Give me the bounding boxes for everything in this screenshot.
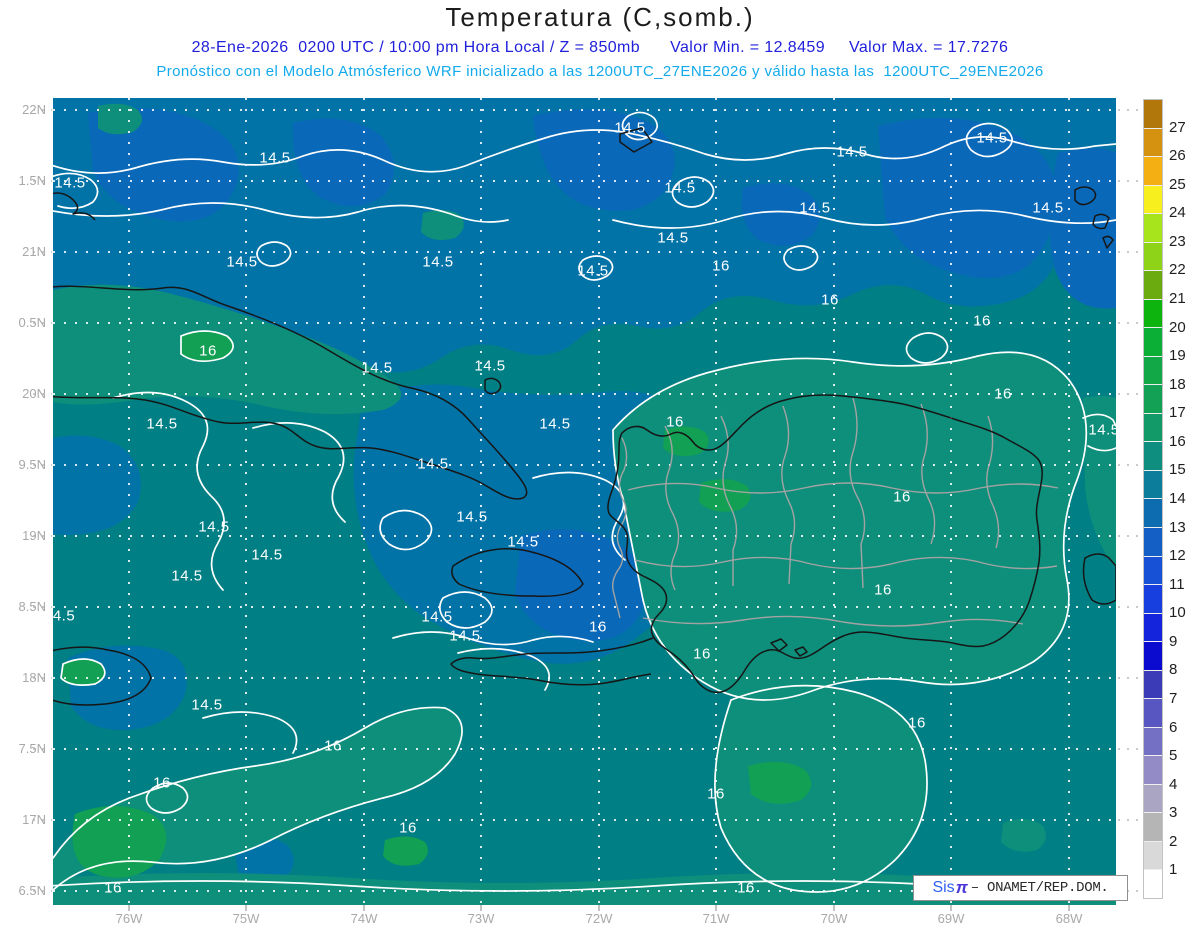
colorbar-tick-label: 1 [1169,861,1178,879]
colorbar-tick-label: 18 [1169,375,1186,393]
lat-tick-label: 20N [22,386,46,401]
forecast-map [33,98,1140,911]
colorbar-segment [1144,841,1162,871]
colorbar-tick-label: 7 [1169,690,1178,707]
lat-tick-label: 8.5N [18,599,46,614]
colorbar-segment [1144,157,1162,186]
attribution-box: Sis π – ONAMET/REP.DOM. [913,875,1128,901]
colorbar-segment [1144,299,1162,329]
colorbar-tick-label: 17 [1169,404,1186,422]
lon-tick-label: 72W [585,911,613,926]
lon-tick-label: 70W [820,911,848,926]
lat-tick-label: 9.5N [18,457,46,472]
colorbar-segment [1144,727,1162,757]
lon-tick-label: 71W [702,911,730,926]
colorbar-tick-label: 20 [1169,318,1186,336]
weather-map-page: Temperatura (C,somb.) 28-Ene-2026 0200 U… [0,0,1200,927]
lat-tick-label: 7.5N [18,741,46,756]
colorbar-tick-label: 22 [1169,261,1186,279]
sispi-logo-sis: Sis [932,879,955,896]
colorbar-segment [1144,242,1162,272]
colorbar-tick-label: 12 [1169,547,1186,565]
colorbar-segment [1144,699,1162,728]
colorbar-segment [1144,185,1162,215]
lon-tick-label: 76W [115,911,143,926]
colorbar-tick-label: 21 [1169,290,1186,307]
colorbar-tick-label: 3 [1169,804,1178,822]
colorbar-segment [1144,214,1162,243]
colorbar-tick-label: 10 [1169,604,1186,622]
colorbar-segment [1144,442,1162,471]
colorbar-tick-label: 8 [1169,661,1178,679]
colorbar-tick-label: 6 [1169,718,1178,736]
colorbar-segment [1144,613,1162,643]
lat-tick-label: 22N [22,102,46,117]
colorbar-segment [1144,356,1162,386]
colorbar-tick-label: 9 [1169,632,1178,650]
colorbar-segment [1144,784,1162,814]
colorbar-segment [1144,328,1162,357]
colorbar-segment [1144,813,1162,842]
lat-tick-label: 0.5N [18,315,46,330]
sispi-logo-pi: π [955,878,968,897]
colorbar-tick-label: 11 [1169,575,1185,593]
colorbar-segment [1144,585,1162,614]
colorbar-segment [1144,413,1162,443]
lat-tick-label: 6.5N [18,883,46,898]
colorbar-tick-label: 16 [1169,432,1186,450]
colorbar-segment [1144,670,1162,700]
colorbar-tick-label: 14 [1169,490,1186,507]
temperature-colorbar [1143,99,1163,899]
colorbar-segment [1144,527,1162,557]
lat-tick-label: 21N [22,244,46,259]
colorbar-tick-label: 19 [1169,347,1186,365]
colorbar-tick-label: 23 [1169,232,1186,250]
colorbar-segment [1144,756,1162,785]
colorbar-segment [1144,271,1162,300]
lat-tick-label: 1.5N [18,173,46,188]
colorbar-segment [1144,642,1162,671]
lon-tick-label: 68W [1055,911,1083,926]
colorbar-segment [1144,385,1162,414]
lon-tick-label: 73W [467,911,495,926]
attribution-text: – ONAMET/REP.DOM. [970,880,1109,896]
colorbar-tick-label: 4 [1169,775,1178,793]
colorbar-segment [1144,556,1162,586]
lon-tick-label: 74W [350,911,378,926]
colorbar-tick-label: 26 [1169,147,1186,165]
colorbar-tick-label: 25 [1169,175,1186,193]
colorbar-tick-label: 27 [1169,118,1186,136]
colorbar-segment [1144,100,1162,129]
lon-tick-label: 75W [232,911,260,926]
colorbar-segment [1144,128,1162,158]
colorbar-tick-label: 13 [1169,518,1186,536]
colorbar-tick-label: 5 [1169,747,1178,765]
colorbar-tick-label: 2 [1169,832,1178,850]
colorbar-tick-label: 24 [1169,204,1186,222]
colorbar-segment [1144,499,1162,528]
colorbar-tick-label: 15 [1169,461,1186,479]
colorbar-segment [1144,870,1162,898]
colorbar-segment [1144,470,1162,500]
lat-tick-label: 18N [22,670,46,685]
lat-tick-label: 17N [22,812,46,827]
lon-tick-label: 69W [937,911,965,926]
lat-tick-label: 19N [22,528,46,543]
